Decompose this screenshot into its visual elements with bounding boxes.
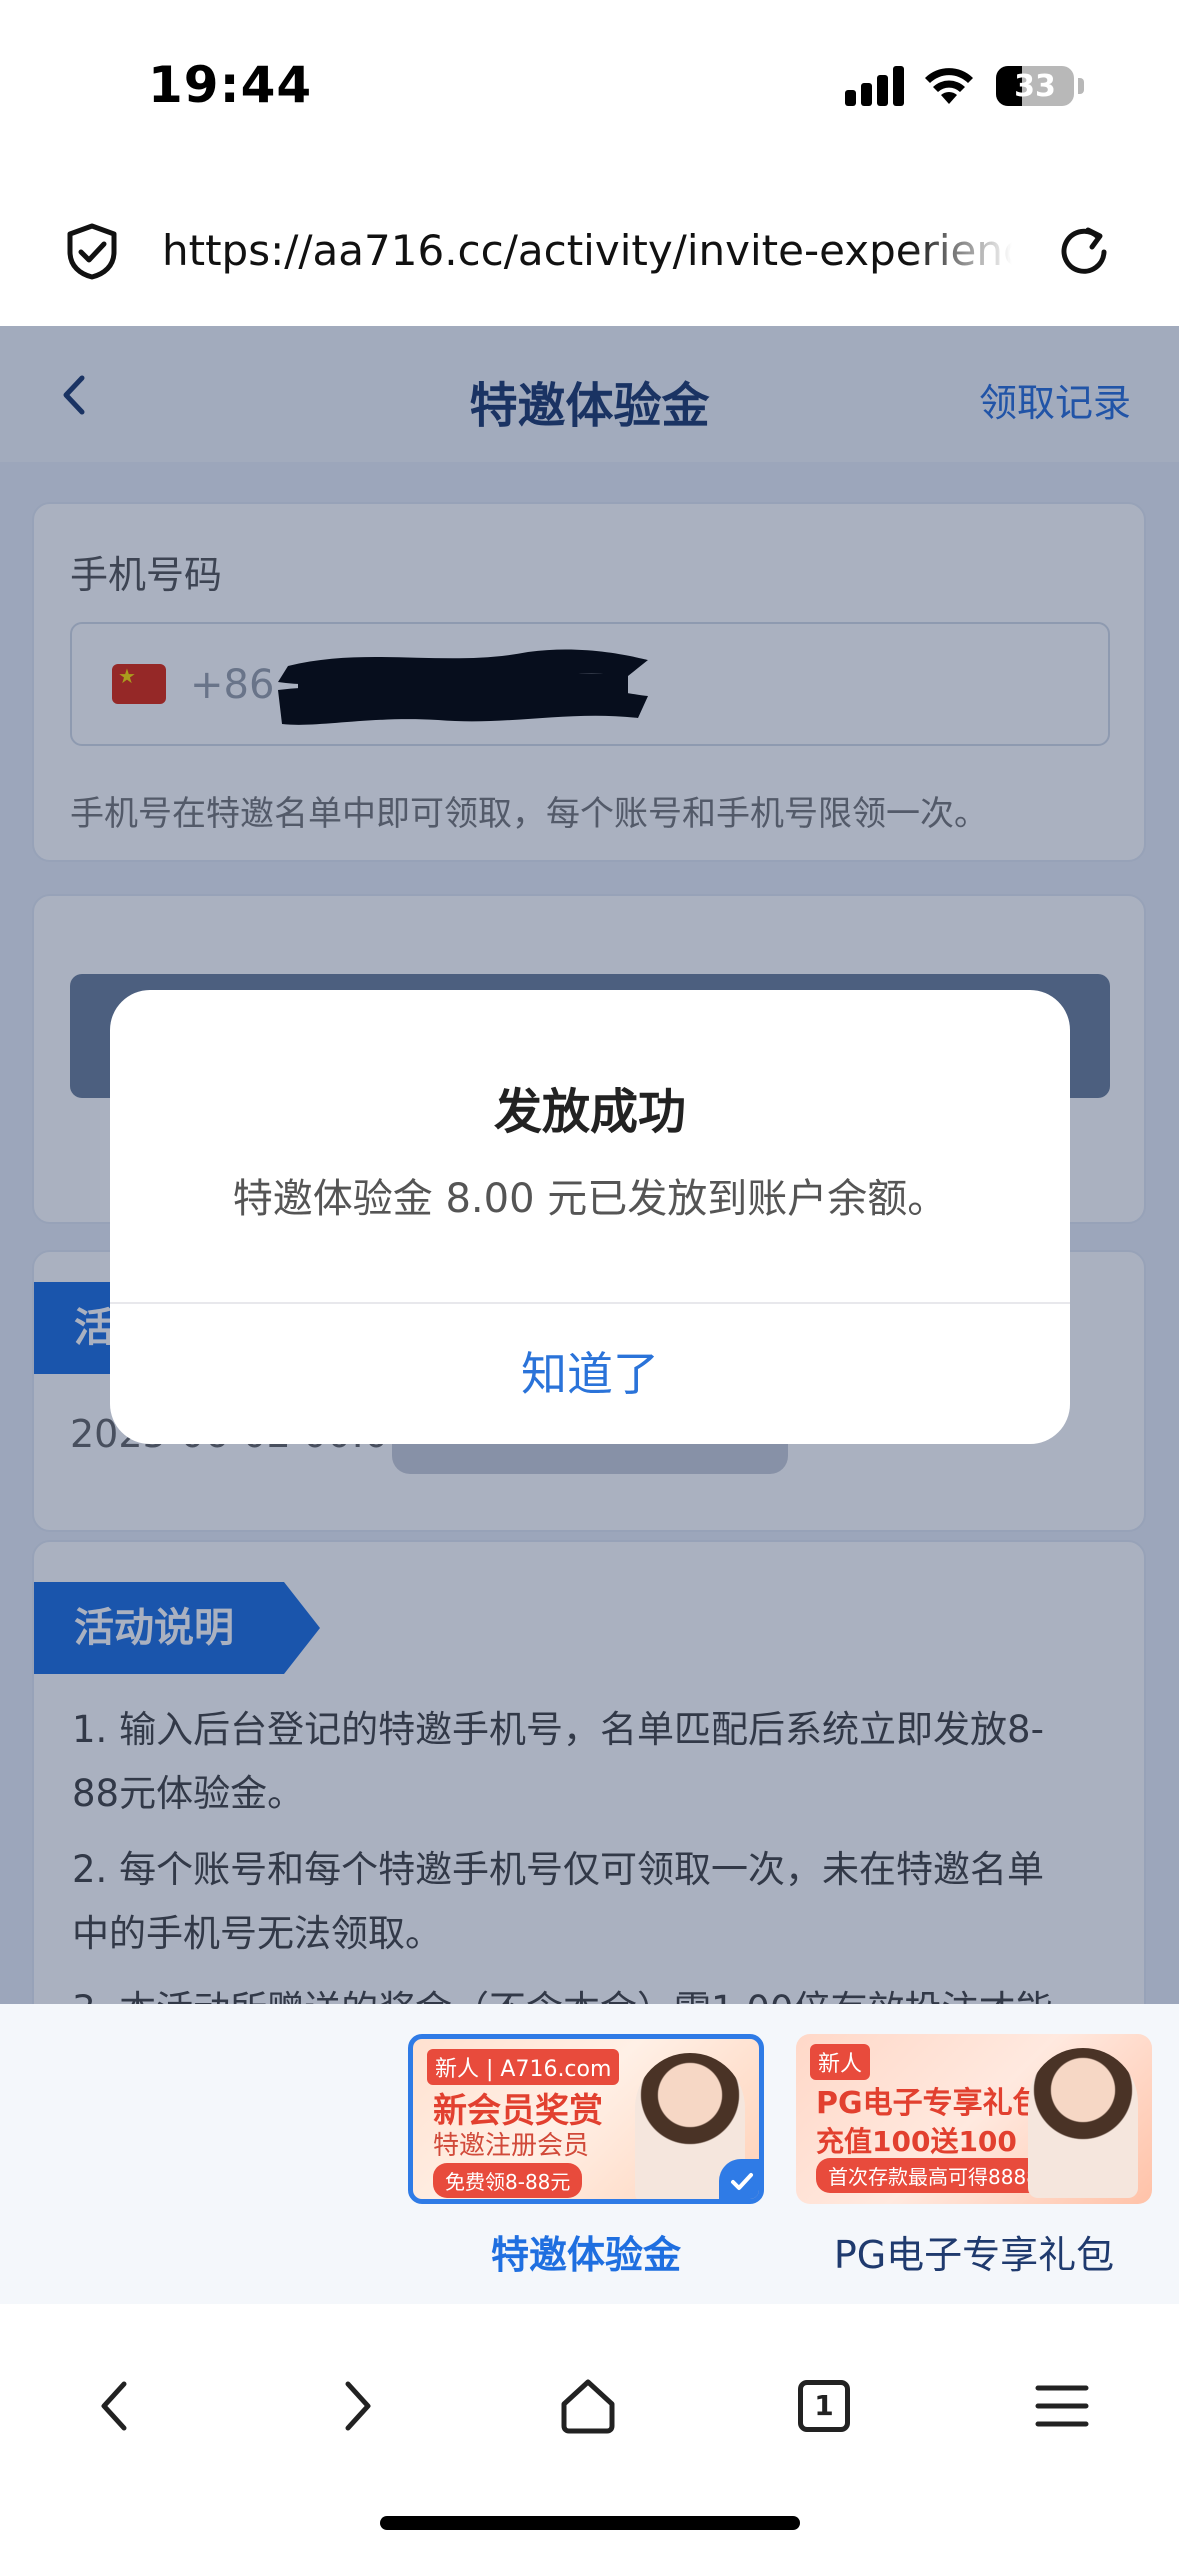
- cellular-signal-icon: [845, 66, 905, 106]
- promo-sub: 充值100送100: [816, 2125, 1017, 2158]
- reload-icon[interactable]: [1054, 222, 1114, 282]
- status-bar: 19:44 33: [0, 0, 1179, 170]
- address-bar[interactable]: https://aa716.cc/activity/invite-experie…: [0, 170, 1179, 326]
- url-text[interactable]: https://aa716.cc/activity/invite-experie…: [162, 226, 1012, 275]
- promo-pill: 免费领8-88元: [433, 2163, 583, 2198]
- promo-model-image: [1028, 2048, 1138, 2198]
- status-time: 19:44: [148, 56, 313, 114]
- promo-card-pg[interactable]: 新人 PG电子专享礼包 充值100送100 首次存款最高可得8888元: [796, 2034, 1152, 2204]
- dialog-title: 发放成功: [493, 1084, 686, 1140]
- promo-label-invite[interactable]: 特邀体验金: [408, 2224, 764, 2279]
- battery-tip: [1078, 78, 1084, 94]
- home-icon[interactable]: [556, 2374, 620, 2438]
- battery-icon: 33: [996, 66, 1074, 106]
- shield-check-icon[interactable]: [64, 222, 120, 280]
- promo-main: PG电子专享礼包: [816, 2086, 1043, 2121]
- promo-card-invite[interactable]: 新人 | A716.com 新会员奖赏 特邀注册会员 免费领8-88元: [408, 2034, 764, 2204]
- check-icon: [719, 2159, 759, 2199]
- dialog-message: 特邀体验金 8.00 元已发放到账户余额。: [232, 1176, 948, 1222]
- promo-label-pg[interactable]: PG电子专享礼包: [796, 2224, 1152, 2279]
- menu-icon[interactable]: [1030, 2374, 1094, 2438]
- tabs-icon[interactable]: 1: [798, 2380, 850, 2432]
- promo-tab-bar: 新人 | A716.com 新会员奖赏 特邀注册会员 免费领8-88元 新人 P…: [0, 2004, 1179, 2304]
- dialog-ok-button[interactable]: 知道了: [110, 1304, 1070, 1444]
- forward-icon[interactable]: [322, 2374, 386, 2438]
- home-indicator: [380, 2516, 800, 2530]
- promo-sub: 特邀注册会员: [433, 2131, 590, 2161]
- wifi-icon: [925, 68, 973, 104]
- promo-head: 新人: [810, 2044, 871, 2080]
- back-icon[interactable]: [86, 2374, 150, 2438]
- tab-count: 1: [814, 2389, 834, 2422]
- promo-head: 新人 | A716.com: [427, 2049, 620, 2085]
- battery-level: 33: [1014, 69, 1056, 104]
- success-dialog: 发放成功 特邀体验金 8.00 元已发放到账户余额。 知道了: [110, 990, 1070, 1444]
